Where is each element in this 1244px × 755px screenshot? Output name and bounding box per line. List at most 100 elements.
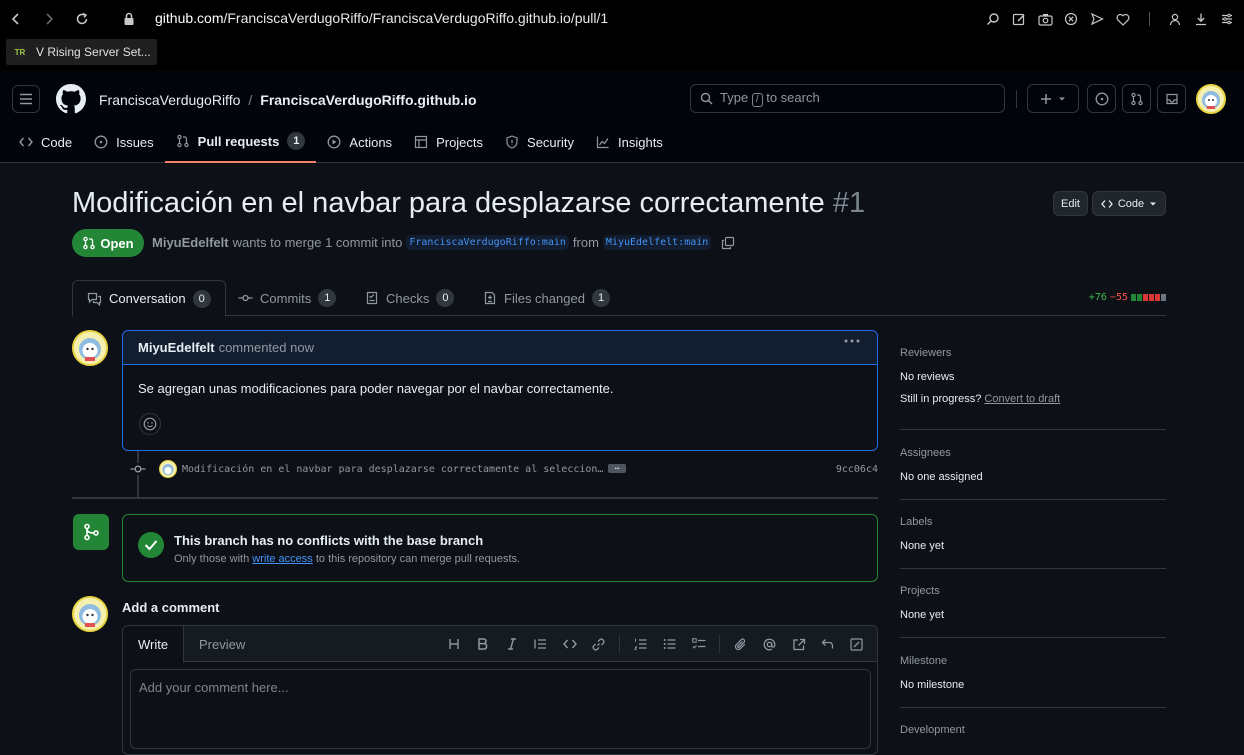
cross-reference-icon[interactable] <box>784 634 813 654</box>
labels-heading[interactable]: Labels <box>900 516 1166 528</box>
search-shortcut-key: / <box>751 93 763 107</box>
repo-nav: Code Issues Pull requests 1 Actions Proj… <box>8 126 674 163</box>
bold-icon[interactable] <box>468 634 497 654</box>
merge-sub-before: Only those with <box>174 553 250 565</box>
reload-icon[interactable] <box>68 5 96 33</box>
tab-pull-requests[interactable]: Pull requests 1 <box>164 126 317 163</box>
link-icon[interactable] <box>584 634 613 654</box>
commit-sha[interactable]: 9cc06c4 <box>836 464 878 475</box>
address-bar[interactable]: github.com/FranciscaVerdugoRiffo/Francis… <box>155 10 608 26</box>
commit-message[interactable]: Modificación en el navbar para desplazar… <box>182 464 603 475</box>
tab-write[interactable]: Write <box>123 626 185 663</box>
search-input[interactable]: Type / to search <box>690 84 1005 113</box>
tab-count: 0 <box>436 289 455 307</box>
issues-button[interactable] <box>1087 84 1116 113</box>
camera-icon[interactable] <box>1032 5 1058 33</box>
base-branch[interactable]: FranciscaVerdugoRiffo:main <box>406 235 569 250</box>
add-comment-heading: Add a comment <box>122 600 220 615</box>
tab-label: Checks <box>386 290 430 306</box>
quote-icon[interactable] <box>526 634 555 654</box>
kebab-menu-icon[interactable] <box>844 339 860 343</box>
paperclip-icon[interactable] <box>726 634 755 654</box>
menu-button[interactable] <box>12 85 40 113</box>
commit-avatar[interactable] <box>159 460 177 478</box>
comment-time[interactable]: commented now <box>219 340 314 355</box>
italic-icon[interactable] <box>497 634 526 654</box>
bookmark-item[interactable]: TR V Rising Server Set... <box>6 39 157 65</box>
search-page-icon[interactable] <box>980 5 1006 33</box>
diffstat[interactable]: +76 −55 <box>1089 292 1166 303</box>
code-icon[interactable] <box>555 634 584 654</box>
unordered-list-icon[interactable] <box>655 634 684 654</box>
tab-code[interactable]: Code <box>8 126 83 158</box>
diffstat-box <box>1137 294 1142 301</box>
tab-label: Actions <box>349 134 393 150</box>
fullscreen-icon[interactable] <box>842 634 871 654</box>
inbox-button[interactable] <box>1157 84 1186 113</box>
user-avatar[interactable] <box>1196 84 1226 114</box>
pr-number: #1 <box>832 187 866 219</box>
assignees-value: No one assigned <box>900 471 983 483</box>
avatar[interactable] <box>72 330 108 366</box>
back-icon[interactable] <box>2 5 30 33</box>
expand-commit-button[interactable]: … <box>608 463 626 473</box>
heart-icon[interactable] <box>1110 5 1136 33</box>
settings-menu-icon[interactable] <box>1214 5 1240 33</box>
profile-icon[interactable] <box>1162 5 1188 33</box>
tab-commits[interactable]: Commits 1 <box>224 280 350 316</box>
tab-actions[interactable]: Actions <box>316 126 403 158</box>
avatar[interactable] <box>72 596 108 632</box>
pull-requests-button[interactable] <box>1122 84 1151 113</box>
edit-icon[interactable] <box>1006 5 1032 33</box>
smiley-icon[interactable] <box>139 413 161 435</box>
comment-author[interactable]: MiyuEdelfelt <box>138 340 215 355</box>
ordered-list-icon[interactable] <box>626 634 655 654</box>
write-access-link[interactable]: write access <box>252 553 313 565</box>
comment-body: Se agregan unas modificaciones para pode… <box>138 381 614 396</box>
comment-textarea[interactable]: Add your comment here... <box>130 669 871 749</box>
heading-icon[interactable] <box>439 634 468 654</box>
block-icon[interactable] <box>1058 5 1084 33</box>
task-list-icon[interactable] <box>684 634 713 654</box>
reviewers-heading[interactable]: Reviewers <box>900 347 1166 359</box>
check-circle-icon <box>138 532 164 558</box>
tab-files-changed[interactable]: Files changed 1 <box>469 280 624 316</box>
send-icon[interactable] <box>1084 5 1110 33</box>
assignees-heading[interactable]: Assignees <box>900 447 1166 459</box>
chevron-down-icon <box>1150 202 1157 205</box>
development-heading[interactable]: Development <box>900 724 1166 736</box>
owner-link[interactable]: FranciscaVerdugoRiffo <box>99 92 240 108</box>
tab-preview[interactable]: Preview <box>184 626 260 662</box>
undo-icon[interactable] <box>813 634 842 654</box>
milestone-heading[interactable]: Milestone <box>900 655 1166 667</box>
timeline-divider <box>72 497 878 499</box>
repo-link[interactable]: FranciscaVerdugoRiffo.github.io <box>260 92 476 108</box>
convert-to-draft-link[interactable]: Convert to draft <box>984 393 1060 405</box>
tab-insights[interactable]: Insights <box>585 126 674 158</box>
inbox-icon <box>1165 93 1178 104</box>
author-link[interactable]: MiyuEdelfelt <box>152 235 229 250</box>
tab-projects[interactable]: Projects <box>403 126 494 158</box>
github-logo-icon[interactable] <box>56 84 86 114</box>
projects-heading[interactable]: Projects <box>900 585 1166 597</box>
head-branch[interactable]: MiyuEdelfelt:main <box>602 235 712 250</box>
edit-button[interactable]: Edit <box>1053 191 1088 216</box>
download-icon[interactable] <box>1188 5 1214 33</box>
git-merge-icon <box>73 514 109 550</box>
code-dropdown-button[interactable]: Code <box>1092 191 1166 216</box>
forward-icon[interactable] <box>35 5 63 33</box>
tab-security[interactable]: Security <box>494 126 585 158</box>
search-prefix: Type <box>720 90 749 105</box>
lock-icon[interactable] <box>115 5 143 33</box>
tab-issues[interactable]: Issues <box>83 126 165 158</box>
tab-conversation[interactable]: Conversation 0 <box>72 280 226 317</box>
checklist-icon <box>366 291 378 305</box>
copy-icon[interactable] <box>721 236 735 250</box>
reviewers-section: Reviewers No reviews Still in progress? … <box>900 330 1166 430</box>
tab-count: 1 <box>318 289 337 307</box>
tab-checks[interactable]: Checks 0 <box>351 280 468 316</box>
create-new-button[interactable] <box>1027 84 1079 113</box>
tab-label: Files changed <box>504 290 585 306</box>
divider <box>1136 5 1162 33</box>
mention-icon[interactable] <box>755 634 784 654</box>
